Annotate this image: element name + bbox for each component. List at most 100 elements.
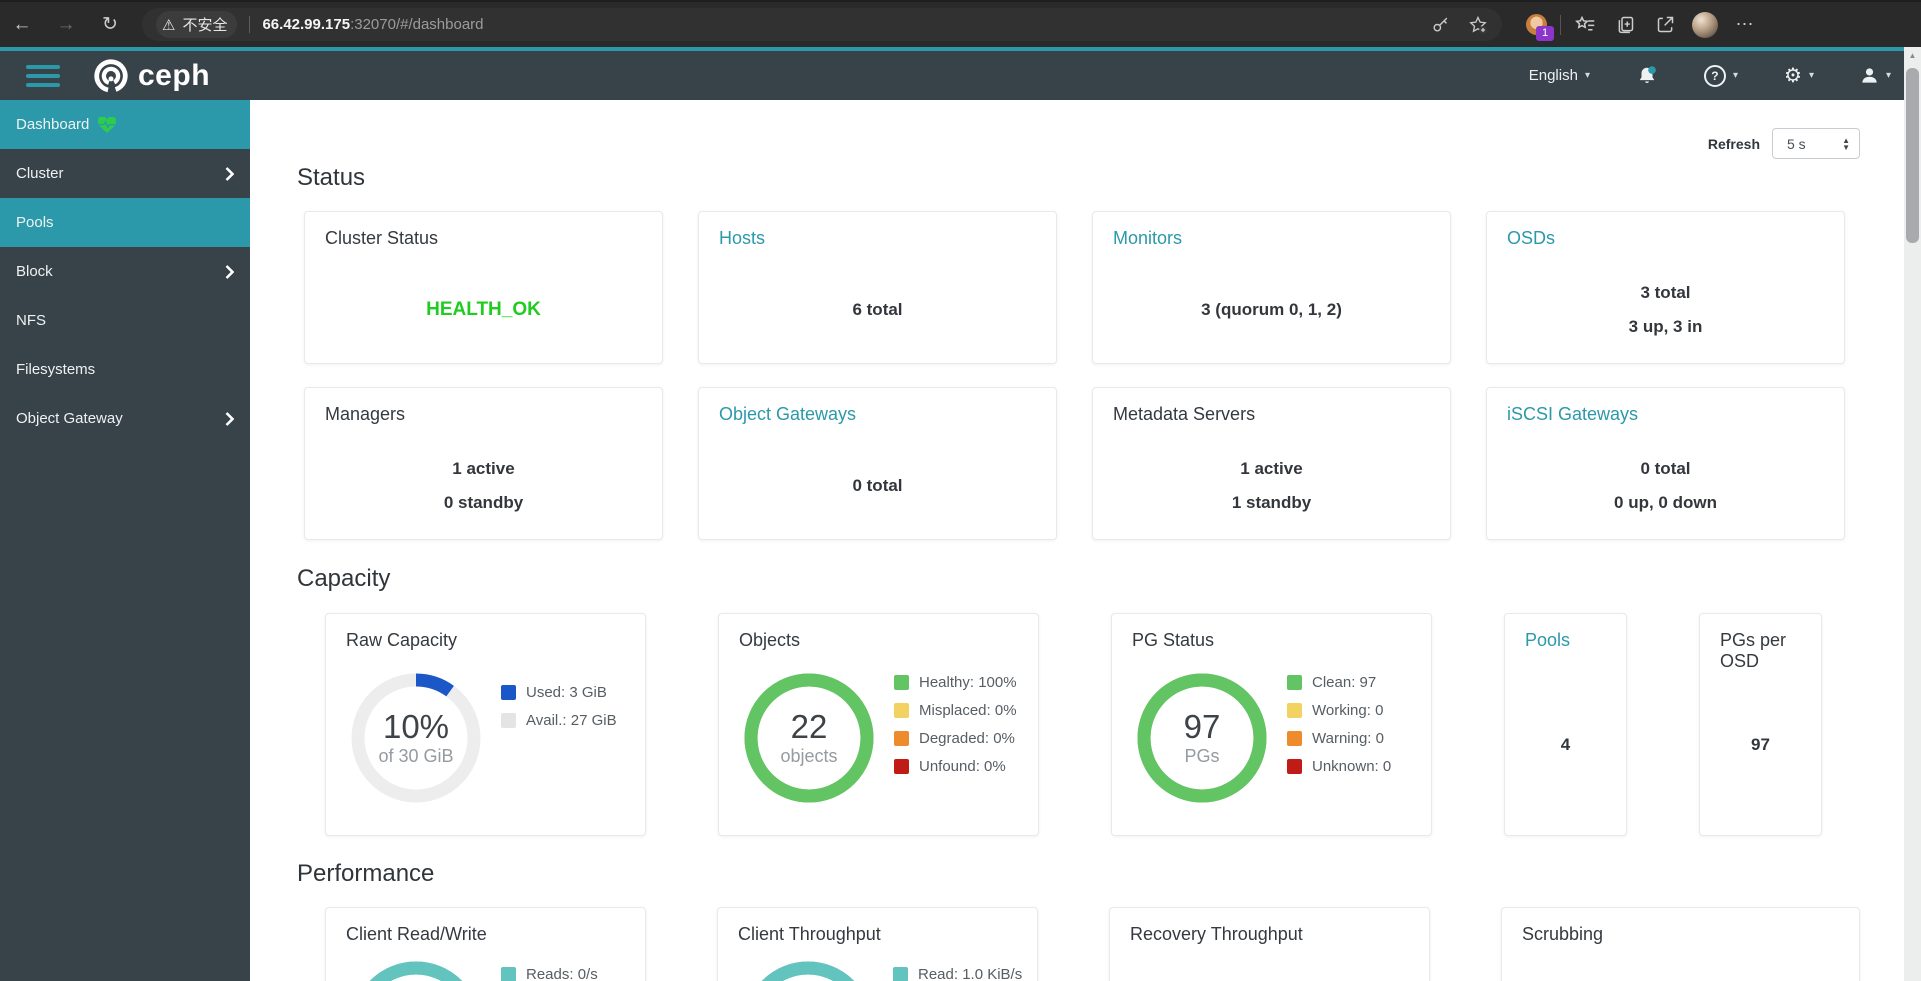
sidebar-item-object-gateway[interactable]: Object Gateway bbox=[0, 394, 250, 443]
card-pools: Pools 4 bbox=[1504, 613, 1627, 836]
objects-legend: Healthy: 100% Misplaced: 0% Degraded: 0%… bbox=[894, 674, 1017, 786]
chevron-right-icon bbox=[225, 411, 234, 426]
sidebar: Dashboard Cluster Pools Block NFS Filesy… bbox=[0, 100, 250, 981]
favorites-bar-icon[interactable] bbox=[1565, 14, 1605, 35]
collections-icon[interactable] bbox=[1605, 14, 1645, 35]
chevron-down-icon: ▾ bbox=[1885, 70, 1891, 81]
sidebar-item-pools[interactable]: Pools bbox=[0, 198, 250, 247]
site-security-chip[interactable]: ⚠ 不安全 bbox=[156, 11, 238, 38]
card-value: 0 total bbox=[852, 475, 903, 495]
browser-toolbar: ← → ↻ ⚠ 不安全 66.42.99.175 :32070/#/dashbo… bbox=[0, 0, 1921, 47]
raw-capacity-total: of 30 GiB bbox=[378, 746, 454, 766]
browser-back-button[interactable]: ← bbox=[0, 14, 44, 36]
hosts-link[interactable]: Hosts bbox=[699, 212, 1056, 249]
capacity-card-row: Raw Capacity 10% of 30 GiB Used: 3 GiB A… bbox=[325, 613, 1822, 836]
card-iscsi-gateways: iSCSI Gateways 0 total 0 up, 0 down bbox=[1486, 387, 1845, 540]
card-title: Recovery Throughput bbox=[1130, 924, 1303, 944]
card-value: 0 up, 0 down bbox=[1614, 492, 1717, 512]
refresh-control: Refresh 5 s ▲ ▼ bbox=[1708, 128, 1860, 159]
refresh-value: 5 s bbox=[1787, 135, 1806, 152]
legend-label: Warning: 0 bbox=[1312, 730, 1384, 747]
legend-label: Unknown: 0 bbox=[1312, 758, 1392, 775]
user-dropdown[interactable]: ▾ bbox=[1860, 66, 1891, 85]
card-title: Cluster Status bbox=[325, 228, 439, 248]
browser-forward-button[interactable]: → bbox=[44, 14, 88, 36]
sidebar-item-label: Dashboard bbox=[16, 116, 90, 133]
address-bar[interactable]: ⚠ 不安全 66.42.99.175 :32070/#/dashboard bbox=[142, 8, 1502, 41]
card-title: PGs per OSD bbox=[1720, 630, 1787, 671]
status-card-grid: Cluster Status HEALTH_OK Hosts 6 total M… bbox=[304, 211, 1845, 540]
ceph-brand-logo[interactable]: ceph bbox=[92, 57, 210, 95]
cluster-health-value: HEALTH_OK bbox=[426, 298, 541, 320]
password-key-icon[interactable] bbox=[1431, 15, 1450, 34]
page-scrollbar[interactable]: ▲ bbox=[1904, 47, 1921, 981]
add-favorite-star-icon[interactable] bbox=[1468, 15, 1488, 35]
client-read-write-gauge bbox=[350, 960, 482, 981]
card-pgs-per-osd: PGs per OSD 97 bbox=[1699, 613, 1822, 836]
iscsi-gateways-link[interactable]: iSCSI Gateways bbox=[1487, 388, 1844, 425]
settings-dropdown[interactable]: ⚙ ▾ bbox=[1784, 66, 1814, 86]
scrollbar-up-arrow[interactable]: ▲ bbox=[1904, 47, 1921, 64]
sidebar-item-dashboard[interactable]: Dashboard bbox=[0, 100, 250, 149]
chevron-right-icon bbox=[225, 264, 234, 279]
card-value: 1 active bbox=[1240, 458, 1303, 478]
sidebar-item-cluster[interactable]: Cluster bbox=[0, 149, 250, 198]
card-client-throughput: Client Throughput Read: 1.0 KiB/s bbox=[717, 907, 1038, 981]
url-host: 66.42.99.175 bbox=[262, 16, 351, 33]
pgs-per-osd-count: 97 bbox=[1751, 735, 1770, 754]
browser-profile-avatar[interactable] bbox=[1685, 11, 1725, 38]
legend-swatch bbox=[1287, 759, 1302, 774]
avatar bbox=[1692, 11, 1718, 38]
sidebar-item-filesystems[interactable]: Filesystems bbox=[0, 345, 250, 394]
card-value: 1 active bbox=[452, 458, 515, 478]
pg-unit: PGs bbox=[1184, 746, 1220, 766]
sidebar-item-nfs[interactable]: NFS bbox=[0, 296, 250, 345]
browser-extension-icon[interactable]: 1 bbox=[1516, 14, 1556, 41]
help-dropdown[interactable]: ? ▾ bbox=[1703, 64, 1738, 87]
osds-link[interactable]: OSDs bbox=[1487, 212, 1844, 249]
card-value: 3 total bbox=[1640, 282, 1691, 302]
gear-icon: ⚙ bbox=[1784, 64, 1802, 87]
hamburger-menu-button[interactable] bbox=[26, 64, 60, 87]
refresh-interval-select[interactable]: 5 s ▲ ▼ bbox=[1772, 128, 1860, 159]
section-title-performance: Performance bbox=[297, 860, 435, 887]
pools-count: 4 bbox=[1560, 735, 1571, 754]
pools-link[interactable]: Pools bbox=[1505, 614, 1626, 651]
scrollbar-thumb[interactable] bbox=[1906, 68, 1919, 243]
raw-capacity-donut-chart: 10% of 30 GiB bbox=[350, 672, 482, 804]
legend-swatch bbox=[894, 759, 909, 774]
card-value: 0 total bbox=[1640, 458, 1691, 478]
legend-label: Reads: 0/s bbox=[526, 966, 598, 981]
language-label: English bbox=[1528, 67, 1578, 84]
card-pg-status: PG Status 97 PGs Clean: 97 Working: 0 Wa… bbox=[1111, 613, 1432, 836]
extension-badge: 1 bbox=[1536, 26, 1554, 41]
sidebar-item-label: Object Gateway bbox=[16, 410, 123, 427]
object-gateways-link[interactable]: Object Gateways bbox=[699, 388, 1056, 425]
notifications-button[interactable] bbox=[1636, 65, 1658, 87]
card-recovery-throughput: Recovery Throughput bbox=[1109, 907, 1430, 981]
chevron-down-icon: ▾ bbox=[1584, 70, 1590, 81]
select-stepper-icon: ▲ ▼ bbox=[1842, 135, 1850, 152]
legend-swatch bbox=[893, 967, 908, 981]
toolbar-separator bbox=[1560, 14, 1561, 35]
client-read-write-legend: Reads: 0/s bbox=[501, 966, 598, 981]
sidebar-item-label: Cluster bbox=[16, 165, 64, 182]
browser-menu-button[interactable]: ⋯ bbox=[1725, 14, 1765, 35]
language-dropdown[interactable]: English ▾ bbox=[1529, 67, 1590, 84]
section-title-capacity: Capacity bbox=[297, 565, 391, 592]
browser-reload-button[interactable]: ↻ bbox=[88, 13, 132, 36]
pg-count: 97 bbox=[1183, 708, 1221, 745]
card-value: 1 standby bbox=[1231, 492, 1312, 512]
card-value: 6 total bbox=[852, 299, 903, 319]
card-value: 3 up, 3 in bbox=[1628, 316, 1703, 336]
ellipsis-icon: ⋯ bbox=[1735, 14, 1755, 34]
share-icon[interactable] bbox=[1645, 14, 1685, 35]
performance-card-row: Client Read/Write Reads: 0/s Client Thro… bbox=[325, 907, 1860, 981]
sidebar-item-block[interactable]: Block bbox=[0, 247, 250, 296]
card-object-gateways: Object Gateways 0 total bbox=[698, 387, 1057, 540]
monitors-link[interactable]: Monitors bbox=[1093, 212, 1450, 249]
pg-status-legend: Clean: 97 Working: 0 Warning: 0 Unknown:… bbox=[1287, 674, 1391, 786]
legend-label: Misplaced: 0% bbox=[919, 702, 1017, 719]
card-cluster-status: Cluster Status HEALTH_OK bbox=[304, 211, 663, 364]
bell-icon bbox=[1639, 65, 1656, 83]
